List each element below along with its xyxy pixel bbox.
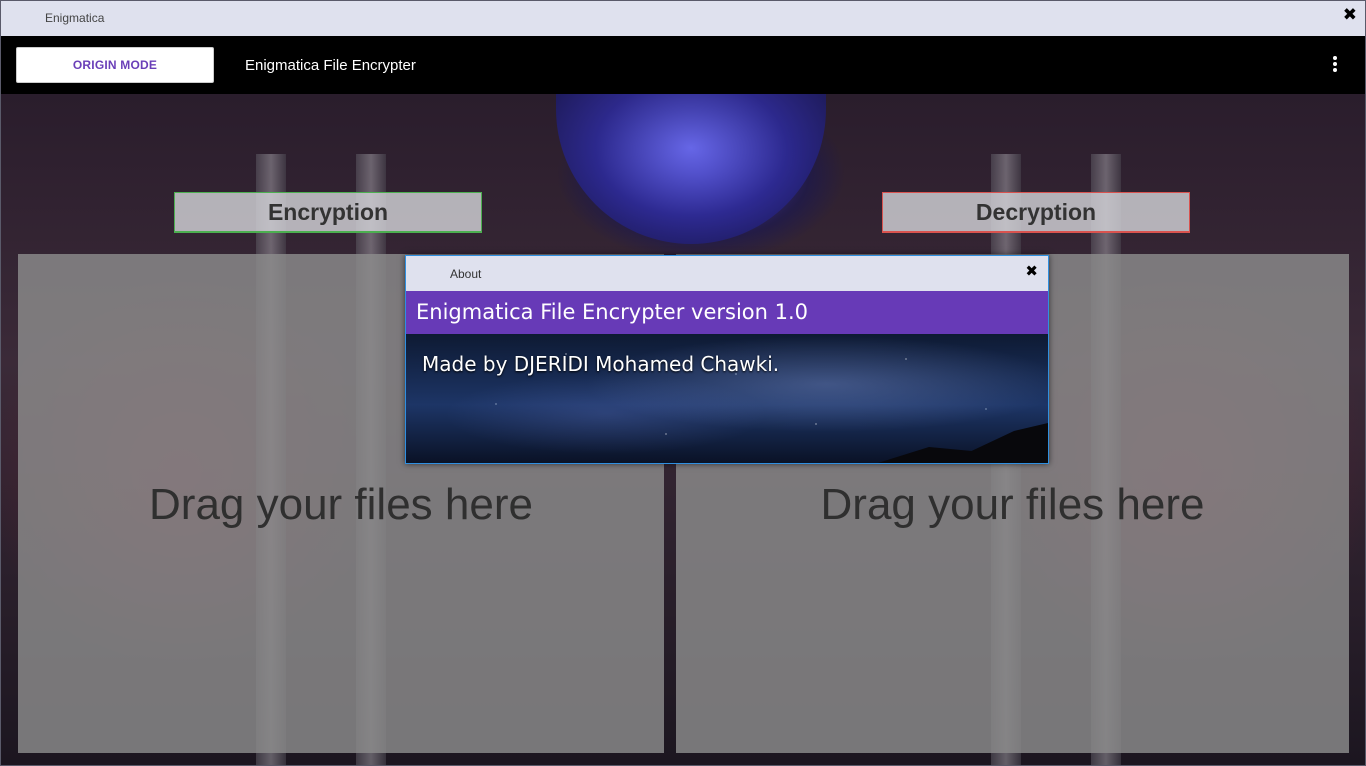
- dialog-titlebar[interactable]: About ✖: [406, 256, 1048, 291]
- dialog-header: Enigmatica File Encrypter version 1.0: [406, 291, 1048, 334]
- drop-zone-label: Drag your files here: [149, 480, 533, 529]
- app-title: Enigmatica File Encrypter: [245, 57, 416, 74]
- dialog-close-icon[interactable]: ✖: [1025, 262, 1038, 280]
- window-close-icon[interactable]: ✖: [1343, 5, 1357, 25]
- decryption-tab[interactable]: Decryption: [882, 192, 1190, 233]
- drop-zone-label: Drag your files here: [820, 480, 1205, 529]
- chandelier-decoration: [556, 94, 826, 244]
- app-bar: ORIGIN MODE Enigmatica File Encrypter: [1, 36, 1365, 94]
- dialog-title: About: [450, 267, 482, 281]
- more-vertical-icon[interactable]: [1331, 56, 1339, 76]
- dialog-body-text: Made by DJERIDI Mohamed Chawki.: [422, 352, 780, 376]
- window-titlebar[interactable]: Enigmatica ✖: [1, 1, 1365, 36]
- encryption-tab[interactable]: Encryption: [174, 192, 482, 233]
- origin-mode-button[interactable]: ORIGIN MODE: [16, 47, 214, 83]
- dialog-body: Made by DJERIDI Mohamed Chawki.: [406, 334, 1048, 463]
- window-title: Enigmatica: [45, 11, 105, 25]
- main-window: Enigmatica ✖ ORIGIN MODE Enigmatica File…: [0, 0, 1366, 766]
- about-dialog: About ✖ Enigmatica File Encrypter versio…: [405, 255, 1049, 464]
